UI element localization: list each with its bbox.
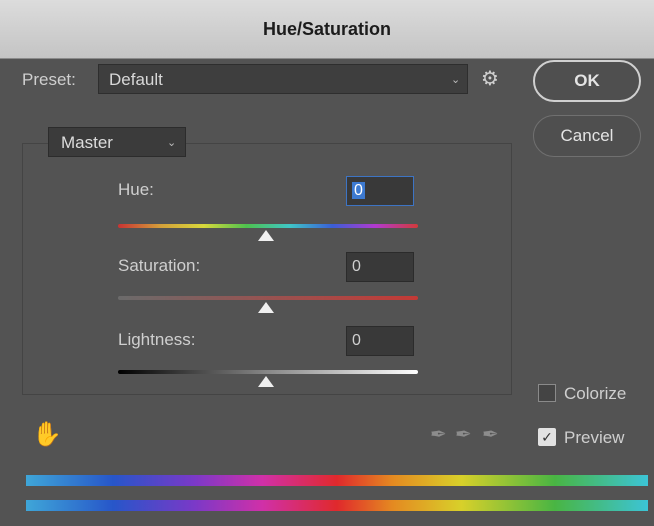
hand-target-icon[interactable]: ✋: [32, 420, 62, 449]
saturation-label: Saturation:: [118, 256, 201, 275]
ok-button[interactable]: OK: [533, 60, 641, 102]
spectrum-bar-bottom[interactable]: [26, 500, 648, 511]
saturation-slider-thumb[interactable]: [258, 302, 274, 313]
preview-checkbox[interactable]: ✓: [538, 428, 556, 446]
eyedropper-minus-icon[interactable]: ✒: [482, 422, 499, 447]
channel-value: Master: [61, 133, 113, 152]
saturation-value: 0: [352, 258, 361, 275]
spectrum-bar-top: [26, 475, 648, 486]
hue-label: Hue:: [118, 180, 154, 199]
preset-value: Default: [109, 70, 163, 89]
gear-icon[interactable]: ⚙: [481, 66, 499, 91]
channel-dropdown[interactable]: Master ⌄: [48, 127, 186, 157]
preset-label: Preset:: [22, 70, 76, 89]
lightness-value: 0: [352, 332, 361, 349]
hue-slider-thumb[interactable]: [258, 230, 274, 241]
lightness-label: Lightness:: [118, 330, 196, 349]
preset-dropdown[interactable]: Default ⌄: [98, 64, 468, 94]
colorize-label: Colorize: [564, 384, 627, 403]
hue-slider-track[interactable]: [118, 224, 418, 228]
saturation-input[interactable]: 0: [346, 252, 414, 282]
lightness-input[interactable]: 0: [346, 326, 414, 356]
lightness-slider-thumb[interactable]: [258, 376, 274, 387]
hue-input[interactable]: 0: [346, 176, 414, 206]
preview-label: Preview: [564, 428, 625, 447]
eyedropper-plus-icon[interactable]: ✒: [455, 422, 472, 447]
chevron-down-icon: ⌄: [167, 137, 177, 149]
lightness-slider-track[interactable]: [118, 370, 418, 374]
title-bar: Hue/Saturation: [0, 0, 654, 59]
cancel-button[interactable]: Cancel: [533, 115, 641, 157]
hue-value: 0: [352, 182, 365, 199]
eyedropper-icon[interactable]: ✒: [430, 422, 447, 447]
colorize-checkbox[interactable]: [538, 384, 556, 402]
adjustment-group: [22, 143, 512, 395]
window-title: Hue/Saturation: [262, 18, 391, 39]
chevron-down-icon: ⌄: [451, 74, 461, 86]
saturation-slider-track[interactable]: [118, 296, 418, 300]
